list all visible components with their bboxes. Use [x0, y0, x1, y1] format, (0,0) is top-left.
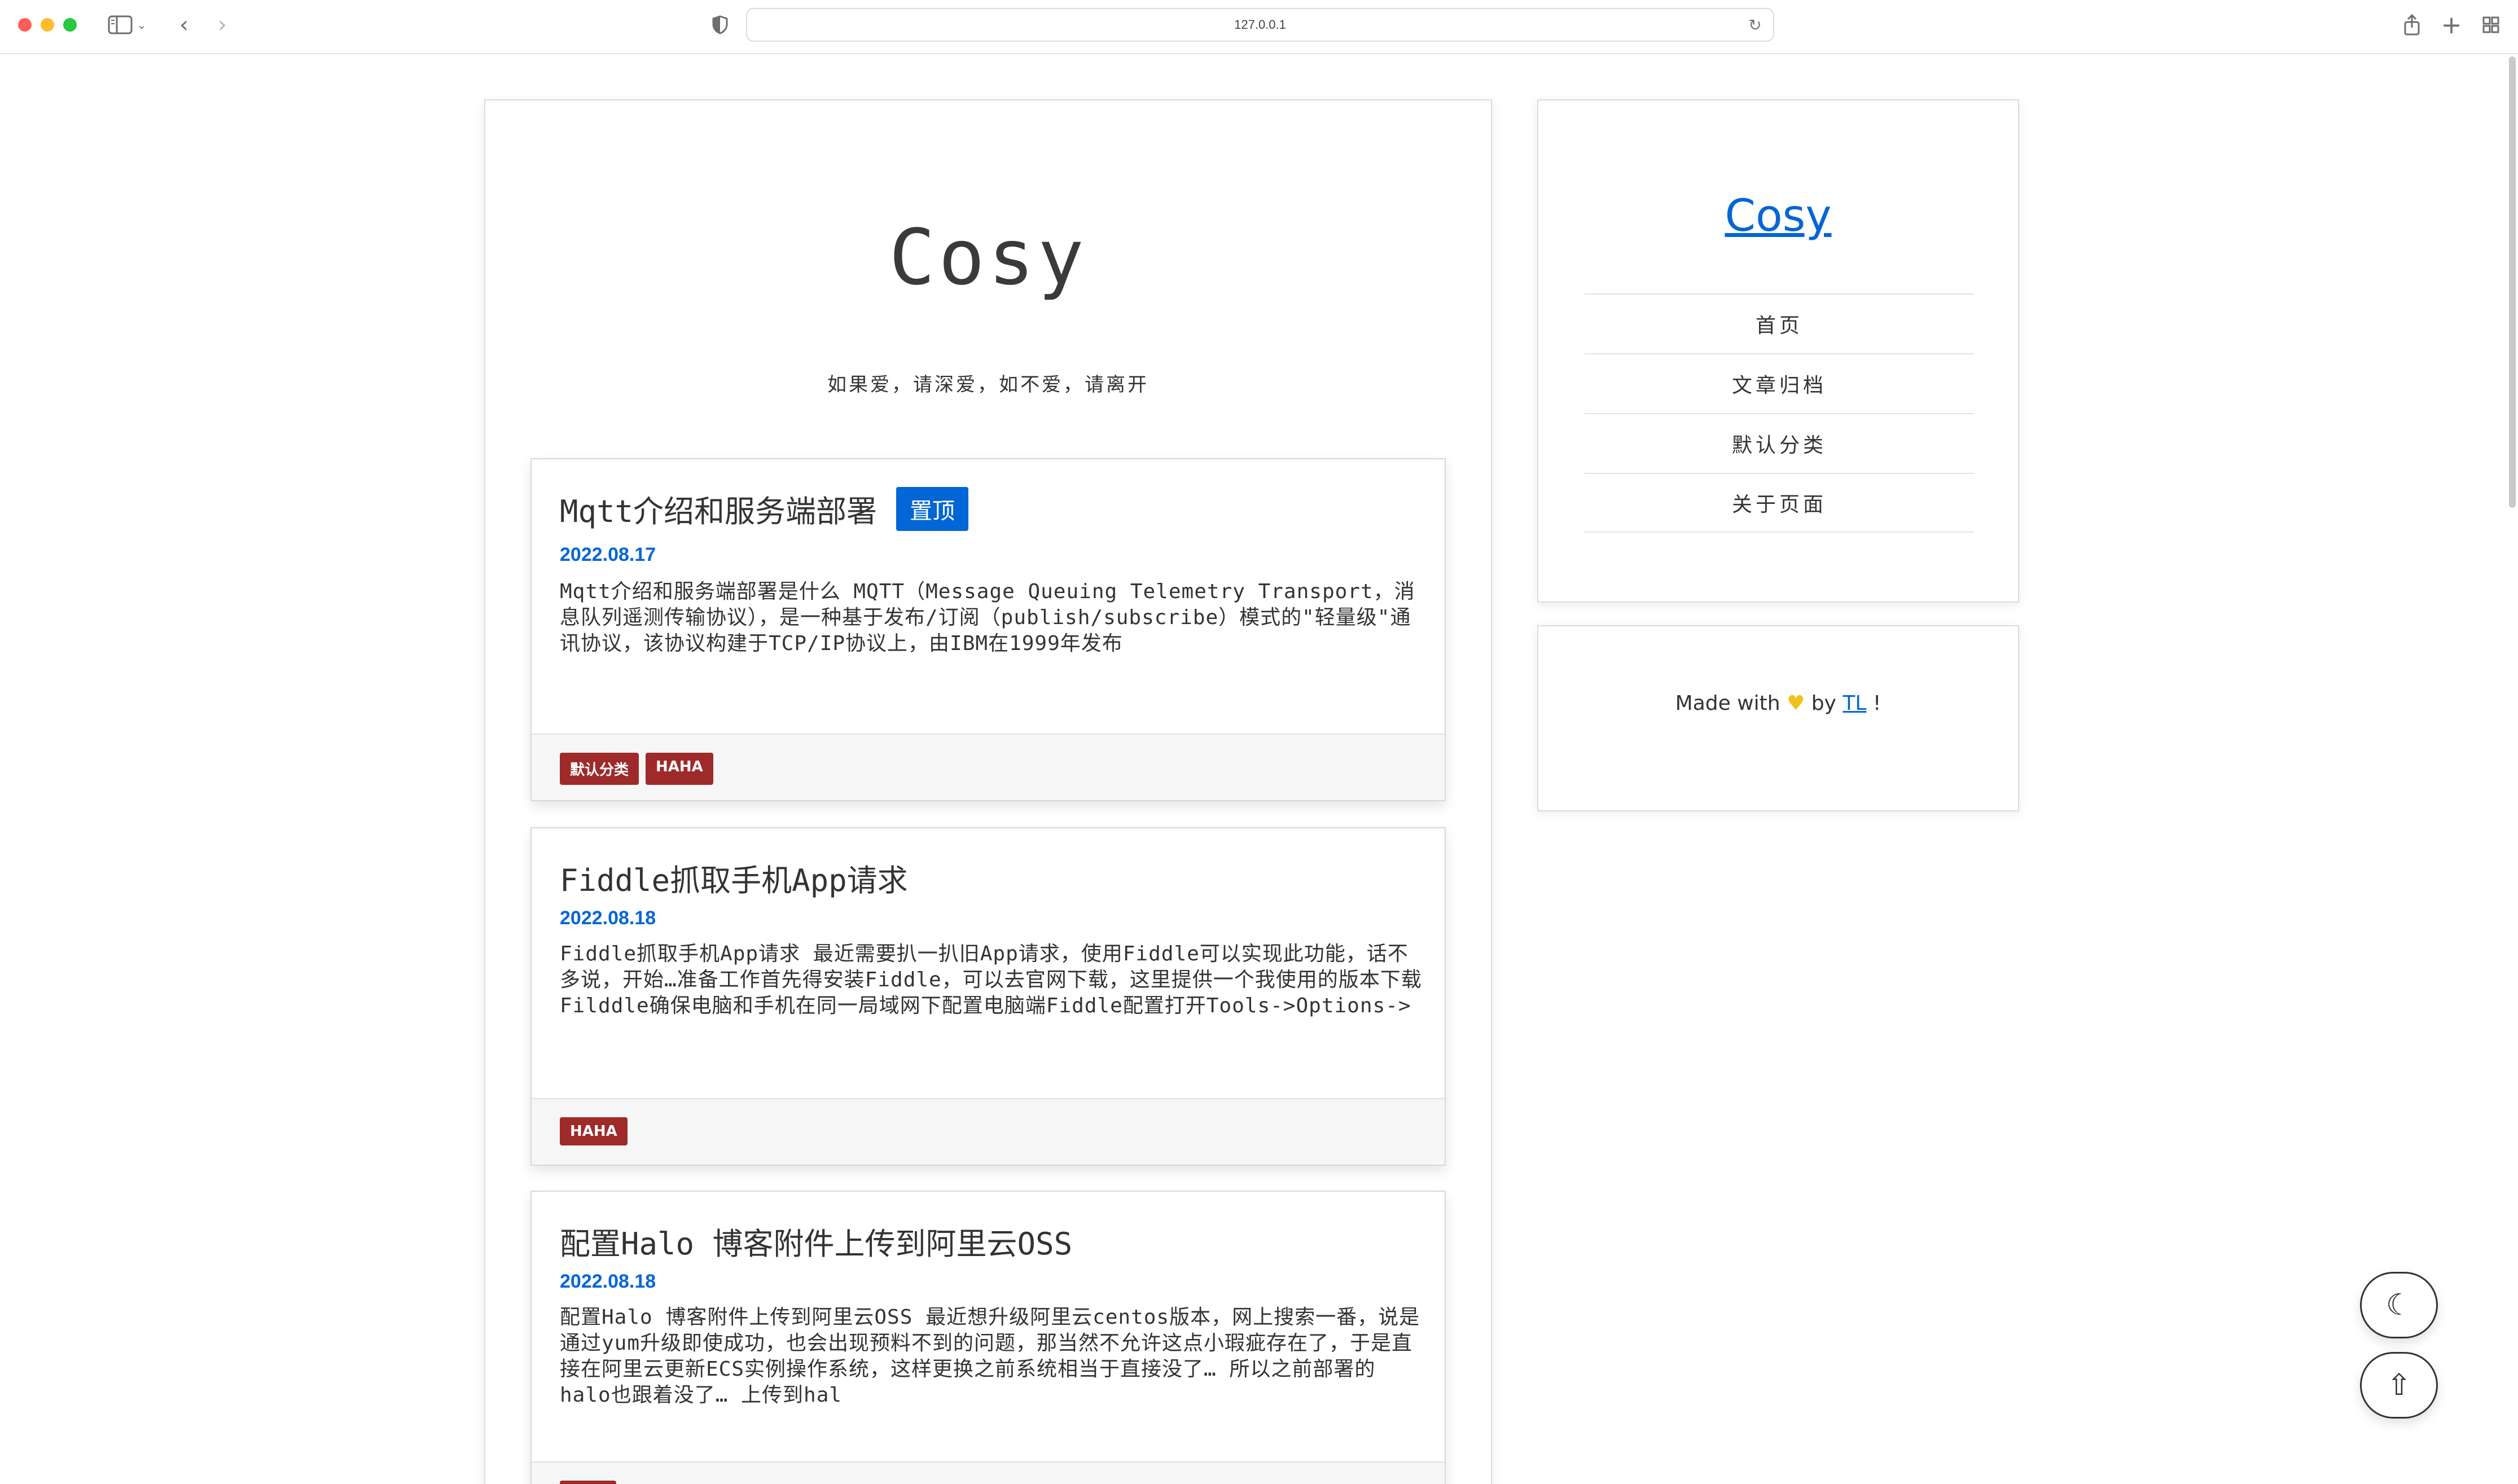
pinned-badge: 置顶 [896, 486, 969, 531]
post-card[interactable]: 配置Halo 博客附件上传到阿里云OSS 2022.08.18 配置Halo 博… [530, 1191, 1446, 1484]
nav-item-home[interactable]: 首页 [1585, 293, 1974, 353]
sidebar-nav: 首页 文章归档 默认分类 关于页面 [1585, 293, 1974, 533]
sidebar-footer-card: Made with ♥ by TL ! [1537, 625, 2019, 811]
heart-icon: ♥ [1787, 692, 1805, 715]
post-excerpt: 配置Halo 博客附件上传到阿里云OSS 最近想升级阿里云centos版本，网上… [560, 1306, 1420, 1407]
post-footer [532, 1461, 1445, 1484]
nav-item-about[interactable]: 关于页面 [1585, 473, 1974, 533]
sidebar-site-title[interactable]: Cosy [1538, 191, 2018, 242]
maximize-window-button[interactable] [63, 18, 77, 32]
post-title-text[interactable]: Mqtt介绍和服务端部署 [560, 486, 877, 531]
moon-icon: ☾ [2385, 1288, 2412, 1322]
nav-item-default-category[interactable]: 默认分类 [1585, 413, 1974, 473]
sidebar-toggle-icon[interactable]: ⌄ [102, 10, 152, 39]
made-with-suffix: ! [1872, 692, 1881, 715]
tag[interactable] [560, 1481, 616, 1484]
privacy-shield-icon[interactable] [708, 10, 732, 39]
close-window-button[interactable] [18, 18, 32, 32]
post-title[interactable]: Fiddle抓取手机App请求 [560, 855, 908, 900]
arrow-up-icon: ⇧ [2387, 1368, 2411, 1402]
main-content: Cosy 如果爱，请深爱，如不爱，请离开 Mqtt介绍和服务端部署 置顶 202… [484, 99, 1492, 1484]
post-date: 2022.08.17 [560, 544, 656, 565]
dark-mode-toggle-button[interactable]: ☾ [2360, 1272, 2438, 1338]
author-link[interactable]: TL [1843, 692, 1866, 715]
post-card[interactable]: Mqtt介绍和服务端部署 置顶 2022.08.17 Mqtt介绍和服务端部署是… [530, 458, 1446, 801]
made-with-text: Made with ♥ by TL ! [1538, 692, 2018, 715]
share-icon[interactable] [2399, 10, 2424, 39]
tab-overview-icon[interactable] [2478, 10, 2503, 39]
made-with-by: by [1811, 692, 1836, 715]
reload-icon[interactable]: ↻ [1745, 15, 1765, 35]
made-with-prefix: Made with [1675, 692, 1780, 715]
post-title[interactable]: 配置Halo 博客附件上传到阿里云OSS [560, 1219, 1072, 1263]
tag-list: HAHA [560, 1117, 628, 1145]
back-to-top-button[interactable]: ⇧ [2360, 1352, 2438, 1419]
nav-item-archives[interactable]: 文章归档 [1585, 353, 1974, 413]
post-date: 2022.08.18 [560, 1271, 656, 1292]
post-footer: 默认分类 HAHA [532, 734, 1445, 800]
site-subtitle: 如果爱，请深爱，如不爱，请离开 [827, 374, 1149, 396]
page-scrollbar[interactable] [2509, 56, 2516, 508]
post-footer: HAHA [532, 1098, 1445, 1165]
back-icon[interactable]: ‹ [172, 10, 196, 39]
tag-list [560, 1481, 616, 1484]
sidebar-nav-card: Cosy 首页 文章归档 默认分类 关于页面 [1537, 99, 2019, 603]
url-text: 127.0.0.1 [1234, 17, 1286, 32]
tag[interactable]: HAHA [646, 753, 713, 785]
tag-list: 默认分类 HAHA [560, 753, 713, 785]
site-title[interactable]: Cosy [485, 213, 1491, 302]
post-excerpt: Fiddle抓取手机App请求 最近需要扒一扒旧App请求，使用Fiddle可以… [560, 942, 1422, 1017]
post-date: 2022.08.18 [560, 907, 656, 929]
post-excerpt: Mqtt介绍和服务端部署是什么 MQTT（Message Queuing Tel… [560, 580, 1415, 655]
forward-icon[interactable]: › [210, 10, 235, 39]
browser-toolbar: ⌄ ‹ › 127.0.0.1 ↻ + [0, 0, 2518, 54]
post-card[interactable]: Fiddle抓取手机App请求 2022.08.18 Fiddle抓取手机App… [530, 827, 1446, 1166]
minimize-window-button[interactable] [41, 18, 54, 32]
address-bar[interactable]: 127.0.0.1 ↻ [746, 8, 1774, 42]
tag[interactable]: 默认分类 [560, 753, 639, 785]
tag[interactable]: HAHA [560, 1117, 628, 1145]
new-tab-icon[interactable]: + [2439, 10, 2464, 39]
post-title[interactable]: Mqtt介绍和服务端部署 置顶 [560, 486, 969, 531]
